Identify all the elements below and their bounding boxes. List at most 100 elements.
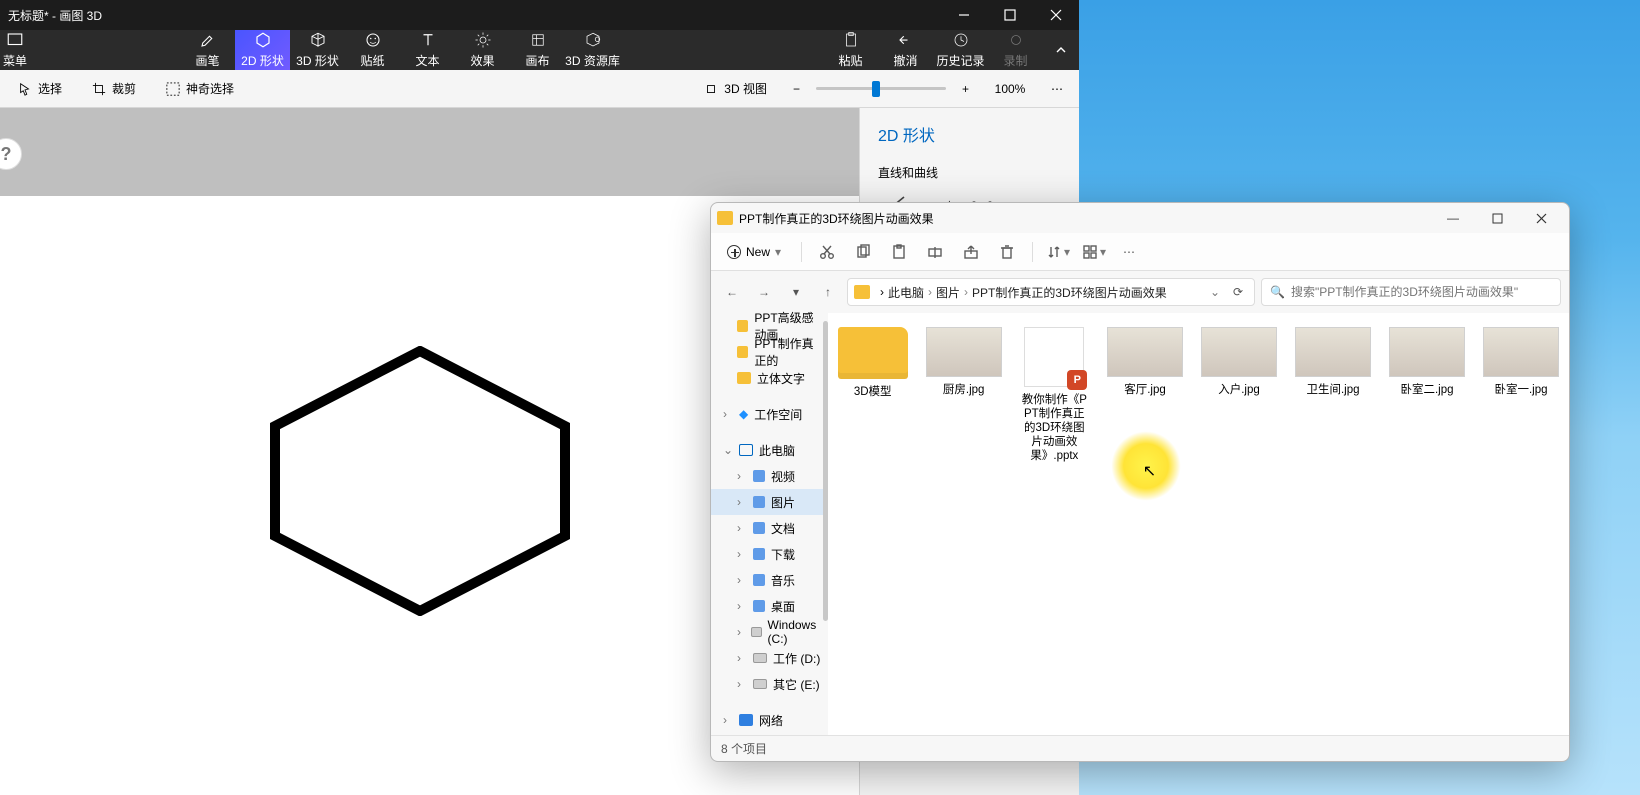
tree-documents[interactable]: ›文档 — [711, 515, 828, 541]
recent-button[interactable]: ▾ — [783, 279, 809, 305]
address-dropdown[interactable]: ⌄ — [1210, 285, 1220, 299]
paint3d-ribbon: 菜单 画笔2D 形状3D 形状贴纸文本效果画布3D 资源库 粘贴撤消历史记录录制 — [0, 30, 1079, 70]
file-caption: 教你制作《PPT制作真正的3D环绕图片动画效果》.pptx — [1020, 393, 1089, 463]
file-caption: 客厅.jpg — [1124, 383, 1166, 397]
explorer-titlebar[interactable]: PPT制作真正的3D环绕图片动画效果 — — [711, 203, 1569, 233]
view-icon[interactable]: ▾ — [1079, 238, 1109, 266]
ribbon-brush[interactable]: 画笔 — [180, 30, 235, 70]
more-button[interactable]: ⋯ — [1045, 82, 1071, 96]
collapse-ribbon-button[interactable] — [1043, 30, 1079, 70]
tree-quick-1[interactable]: PPT制作真正的 — [711, 339, 828, 365]
pptx-icon: P — [1024, 327, 1084, 387]
explorer-content[interactable]: 3D模型 厨房.jpg P教你制作《PPT制作真正的3D环绕图片动画效果》.pptx… — [828, 313, 1569, 735]
ribbon-library[interactable]: 3D 资源库 — [565, 30, 620, 70]
paint3d-titlebar[interactable]: 无标题* - 画图 3D — [0, 0, 1079, 30]
help-hint-icon[interactable]: ? — [0, 138, 22, 170]
folder-icon — [737, 320, 748, 332]
image-thumbnail — [1201, 327, 1277, 377]
breadcrumb-0[interactable]: 此电脑› — [888, 284, 932, 301]
share-icon[interactable] — [956, 238, 986, 266]
search-input[interactable] — [1291, 285, 1552, 299]
file-item-6[interactable]: 卧室二.jpg — [1389, 327, 1465, 397]
magic-label: 神奇选择 — [186, 80, 234, 97]
copy-icon[interactable] — [848, 238, 878, 266]
explorer-minimize-button[interactable]: — — [1431, 203, 1475, 233]
zoom-percent: 100% — [985, 82, 1035, 96]
breadcrumb-1[interactable]: 图片› — [936, 284, 968, 301]
zoom-slider[interactable] — [816, 87, 946, 90]
tree-pictures[interactable]: ›图片 — [711, 489, 828, 515]
delete-icon[interactable] — [992, 238, 1022, 266]
file-item-4[interactable]: 入户.jpg — [1201, 327, 1277, 397]
view-3d-button[interactable]: 3D 视图 — [694, 77, 777, 100]
ribbon-sticker[interactable]: 贴纸 — [345, 30, 400, 70]
file-item-2[interactable]: P教你制作《PPT制作真正的3D环绕图片动画效果》.pptx — [1020, 327, 1089, 463]
tree-downloads[interactable]: ›下载 — [711, 541, 828, 567]
magic-select-button[interactable]: 神奇选择 — [156, 77, 244, 100]
zoom-thumb[interactable] — [872, 81, 880, 97]
new-button[interactable]: New ▾ — [721, 243, 791, 261]
ribbon-effects[interactable]: 效果 — [455, 30, 510, 70]
tree-this-pc[interactable]: ⌄ 此电脑 — [711, 437, 828, 463]
tree-e[interactable]: ›其它 (E:) — [711, 671, 828, 697]
sort-icon[interactable]: ▾ — [1043, 238, 1073, 266]
ribbon-paste[interactable]: 粘贴 — [823, 30, 878, 70]
rename-icon[interactable] — [920, 238, 950, 266]
zoom-out-button[interactable]: − — [787, 79, 806, 99]
file-item-1[interactable]: 厨房.jpg — [926, 327, 1002, 397]
tree-network[interactable]: › 网络 — [711, 707, 828, 733]
image-thumbnail — [1295, 327, 1371, 377]
file-caption: 3D模型 — [854, 385, 892, 399]
select-label: 选择 — [38, 80, 62, 97]
ribbon-canvas[interactable]: 画布 — [510, 30, 565, 70]
search-icon: 🔍 — [1270, 285, 1285, 299]
tree-video[interactable]: ›视频 — [711, 463, 828, 489]
hexagon-shape[interactable] — [265, 346, 575, 616]
tree-desktop[interactable]: ›桌面 — [711, 593, 828, 619]
maximize-button[interactable] — [987, 0, 1033, 30]
more-icon[interactable]: ⋯ — [1115, 238, 1145, 266]
file-caption: 卫生间.jpg — [1306, 383, 1359, 397]
zoom-in-button[interactable]: + — [956, 79, 975, 99]
explorer-nav-tree[interactable]: PPT高级感动画PPT制作真正的立体文字 ›◆ 工作空间 ⌄ 此电脑 ›视频›图… — [711, 313, 828, 735]
network-icon — [739, 714, 753, 726]
search-box[interactable]: 🔍 — [1261, 278, 1561, 306]
file-item-7[interactable]: 卧室一.jpg — [1483, 327, 1559, 397]
folder-icon — [838, 327, 908, 379]
breadcrumb-2[interactable]: PPT制作真正的3D环绕图片动画效果 — [972, 284, 1167, 301]
ribbon-undo[interactable]: 撤消 — [878, 30, 933, 70]
side-lines-label: 直线和曲线 — [878, 156, 1061, 189]
plus-icon — [727, 245, 741, 259]
minimize-button[interactable] — [941, 0, 987, 30]
file-item-5[interactable]: 卫生间.jpg — [1295, 327, 1371, 397]
ribbon-record[interactable]: 录制 — [988, 30, 1043, 70]
cut-icon[interactable] — [812, 238, 842, 266]
tree-workspace[interactable]: ›◆ 工作空间 — [711, 401, 828, 427]
file-item-0[interactable]: 3D模型 — [838, 327, 908, 399]
explorer-maximize-button[interactable] — [1475, 203, 1519, 233]
ribbon-history[interactable]: 历史记录 — [933, 30, 988, 70]
up-button[interactable]: ↑ — [815, 279, 841, 305]
explorer-close-button[interactable] — [1519, 203, 1563, 233]
paste-icon[interactable] — [884, 238, 914, 266]
select-button[interactable]: 选择 — [8, 77, 72, 100]
back-button[interactable]: ← — [719, 279, 745, 305]
tree-d[interactable]: ›工作 (D:) — [711, 645, 828, 671]
ribbon-2d[interactable]: 2D 形状 — [235, 30, 290, 70]
crop-button[interactable]: 裁剪 — [82, 77, 146, 100]
image-thumbnail — [1107, 327, 1183, 377]
menu-label: 菜单 — [3, 52, 27, 69]
new-label: New — [746, 245, 770, 259]
ribbon-3d[interactable]: 3D 形状 — [290, 30, 345, 70]
refresh-button[interactable]: ⟳ — [1228, 282, 1248, 302]
explorer-window: PPT制作真正的3D环绕图片动画效果 — New ▾ ▾ ▾ ⋯ ← → ▾ ↑… — [710, 202, 1570, 762]
forward-button[interactable]: → — [751, 279, 777, 305]
explorer-nav-bar: ← → ▾ ↑ › 此电脑› 图片› PPT制作真正的3D环绕图片动画效果 ⌄ … — [711, 271, 1569, 313]
close-button[interactable] — [1033, 0, 1079, 30]
menu-button[interactable]: 菜单 — [0, 30, 30, 70]
file-item-3[interactable]: 客厅.jpg — [1107, 327, 1183, 397]
tree-music[interactable]: ›音乐 — [711, 567, 828, 593]
tree-c[interactable]: ›Windows (C:) — [711, 619, 828, 645]
ribbon-text[interactable]: 文本 — [400, 30, 455, 70]
address-bar[interactable]: › 此电脑› 图片› PPT制作真正的3D环绕图片动画效果 ⌄ ⟳ — [847, 278, 1255, 306]
